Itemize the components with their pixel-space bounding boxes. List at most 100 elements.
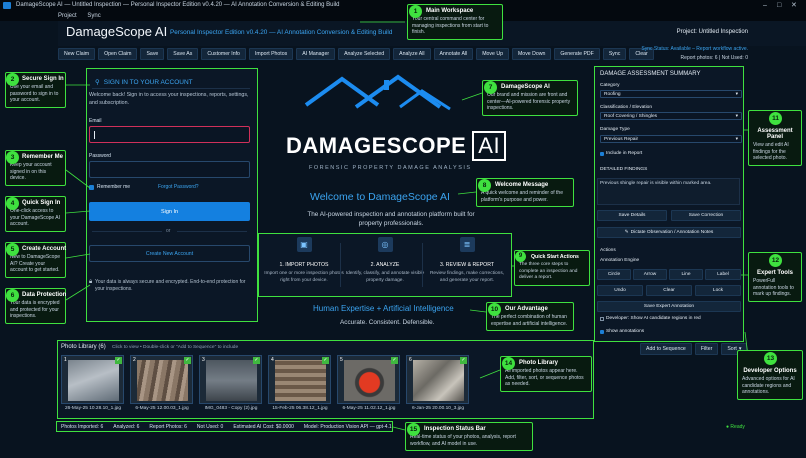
- photo-filename: 6-Jan-25 20.00.10_3.jpg: [411, 406, 464, 411]
- photo-thumbnail[interactable]: 3 ✓: [199, 355, 262, 404]
- step-import-photos[interactable]: ▣ 1. IMPORT PHOTOS Import one or more in…: [263, 237, 345, 284]
- analyze-selected-button[interactable]: Analyze Selected: [338, 48, 391, 60]
- brand-name: DAMAGESCOPE: [286, 133, 467, 158]
- welcome-description: The AI-powered inspection and annotation…: [307, 211, 475, 227]
- findings-textarea[interactable]: Previous shingle repair is visible withi…: [597, 178, 740, 205]
- security-note: Your data is always secure and encrypted…: [95, 279, 246, 292]
- callout-body: All imported photos appear here. Add, fi…: [505, 368, 584, 387]
- sort-label: Sort: [727, 346, 737, 352]
- customer-info-button[interactable]: Customer Info: [201, 48, 246, 60]
- status-dot-icon: ●: [726, 424, 730, 430]
- open-claim-button[interactable]: Open Claim: [98, 48, 138, 60]
- annotate-all-button[interactable]: Annotate All: [433, 48, 474, 60]
- callout-body: Your data is encrypted and protected for…: [10, 300, 60, 319]
- photo-filename: 6-May-25 11.02.12_1.jpg: [342, 406, 396, 411]
- label-tool-button[interactable]: Label: [705, 269, 741, 280]
- callout-title: Expert Tools: [757, 270, 793, 276]
- assessment-title: DAMAGE ASSESSMENT SUMMARY: [600, 71, 701, 77]
- remember-me-checkbox[interactable]: Remember me: [89, 184, 130, 190]
- circle-tool-button[interactable]: Circle: [597, 269, 631, 280]
- photo-image: [344, 360, 395, 401]
- dictate-button[interactable]: ✎ Dictate Observation / Annotation Notes: [597, 227, 741, 238]
- photo-number: 3: [202, 357, 205, 363]
- expertise-heading: Human Expertise + Artificial Intelligenc…: [313, 304, 454, 313]
- callout-body: The three core steps to complete an insp…: [519, 262, 578, 280]
- close-icon[interactable]: ✕: [791, 0, 797, 11]
- report-photo-count: Report photos: 6 | Not Used: 0: [680, 55, 748, 61]
- photo-thumbnail[interactable]: 4 ✓: [268, 355, 331, 404]
- arrow-tool-button[interactable]: Arrow: [633, 269, 667, 280]
- add-to-sequence-button[interactable]: Add to Sequence: [640, 343, 692, 355]
- step-analyze[interactable]: ◎ 2. ANALYZE Identify, classify, and ann…: [344, 237, 426, 284]
- photo-thumbnail[interactable]: 6 ✓: [406, 355, 469, 404]
- step-title: 3. REVIEW & REPORT: [439, 262, 495, 268]
- undo-button[interactable]: Undo: [597, 285, 643, 296]
- photo-thumbnail[interactable]: 2 ✓: [130, 355, 193, 404]
- project-name: Project: Untitled Inspection: [676, 29, 748, 35]
- callout-body: Real-time status of your photos, analysi…: [410, 434, 516, 447]
- title-bar: DamageScope AI — Untitled Inspection — P…: [0, 0, 806, 11]
- selected-check-icon: ✓: [253, 357, 260, 364]
- save-button[interactable]: Save: [140, 48, 165, 60]
- report-icon: ≣: [459, 237, 475, 252]
- minimize-icon[interactable]: –: [763, 0, 767, 11]
- menu-bar: Project Sync: [0, 11, 806, 21]
- ai-manager-button[interactable]: AI Manager: [296, 48, 336, 60]
- create-account-button[interactable]: Create New Account: [89, 245, 250, 262]
- email-field[interactable]: [89, 126, 250, 143]
- sign-in-button[interactable]: Sign In: [89, 202, 250, 221]
- include-in-report-checkbox[interactable]: Include in Report: [600, 151, 642, 156]
- sync-button[interactable]: Sync: [602, 48, 627, 60]
- model-name: Model: Production Vision API — gpt-4.1: [303, 423, 392, 430]
- damage-type-select[interactable]: Previous Repair ▾: [600, 135, 742, 143]
- chevron-down-icon: ▾: [735, 113, 738, 119]
- move-down-button[interactable]: Move Down: [511, 48, 552, 60]
- photo-filename: 15-Feb-25 06.38.12_1.jpg: [272, 406, 328, 411]
- not-used: Not Used: 0: [196, 423, 224, 430]
- sync-status: Sync Status: Available – Report workflow…: [641, 46, 748, 52]
- motto: Accurate. Consistent. Defensible.: [340, 319, 435, 326]
- menu-sync[interactable]: Sync: [87, 13, 100, 19]
- save-as-button[interactable]: Save As: [167, 48, 199, 60]
- photo-filename: 26-May-25 10.28.10_1.jpg: [64, 406, 121, 411]
- move-up-button[interactable]: Move Up: [476, 48, 509, 60]
- step-divider: [340, 243, 341, 287]
- findings-label: DETAILED FINDINGS: [600, 167, 648, 172]
- lock-button[interactable]: Lock: [695, 285, 741, 296]
- developer-option-label: Developer: Show AI candidate regions in …: [606, 316, 701, 321]
- maximize-icon[interactable]: □: [777, 0, 781, 11]
- clear-annotations-button[interactable]: Clear: [646, 285, 692, 296]
- checkbox-unchecked-icon: [600, 316, 604, 321]
- new-claim-button[interactable]: New Claim: [58, 48, 96, 60]
- callout-body: Our brand and mission are front and cent…: [487, 92, 571, 111]
- photo-thumbnail[interactable]: 1 ✓: [61, 355, 124, 404]
- classification-select[interactable]: Roof Covering / Shingles ▾: [600, 112, 742, 120]
- line-tool-button[interactable]: Line: [669, 269, 703, 280]
- library-title: Photo Library (6): [61, 344, 106, 350]
- filter-button[interactable]: Filter: [694, 343, 719, 355]
- save-expert-annotation-button[interactable]: Save Expert Annotation: [597, 301, 741, 312]
- photo-number: 5: [340, 357, 343, 363]
- generate-pdf-button[interactable]: Generate PDF: [554, 48, 600, 60]
- step-title: 1. IMPORT PHOTOS: [279, 262, 329, 268]
- developer-candidate-checkbox[interactable]: Developer: Show AI candidate regions in …: [600, 316, 701, 321]
- callout-badge: 5: [6, 243, 19, 256]
- save-correction-button[interactable]: Save Correction: [671, 210, 741, 221]
- callout-body: New to DamageScope AI? Create your accou…: [10, 254, 61, 273]
- callout-title: Main Workspace: [426, 8, 474, 14]
- analyze-all-button[interactable]: Analyze All: [393, 48, 431, 60]
- password-field[interactable]: [89, 161, 250, 178]
- show-annotations-checkbox[interactable]: Show annotations: [600, 329, 644, 334]
- callout-title: Quick Start Actions: [531, 254, 579, 260]
- step-review-report[interactable]: ≣ 3. REVIEW & REPORT Review findings, ma…: [426, 237, 508, 284]
- forgot-password-link[interactable]: Forgot Password?: [158, 184, 199, 190]
- import-photos-button[interactable]: Import Photos: [248, 48, 294, 60]
- menu-project[interactable]: Project: [58, 13, 77, 19]
- password-label: Password: [89, 153, 111, 159]
- callout-badge: 6: [6, 289, 19, 302]
- save-details-button[interactable]: Save Details: [597, 210, 667, 221]
- photos-imported: Photos Imported: 6: [61, 423, 104, 430]
- category-select[interactable]: Roofing ▾: [600, 90, 742, 98]
- microphone-icon: ✎: [624, 230, 629, 235]
- photo-thumbnail[interactable]: 5 ✓: [337, 355, 400, 404]
